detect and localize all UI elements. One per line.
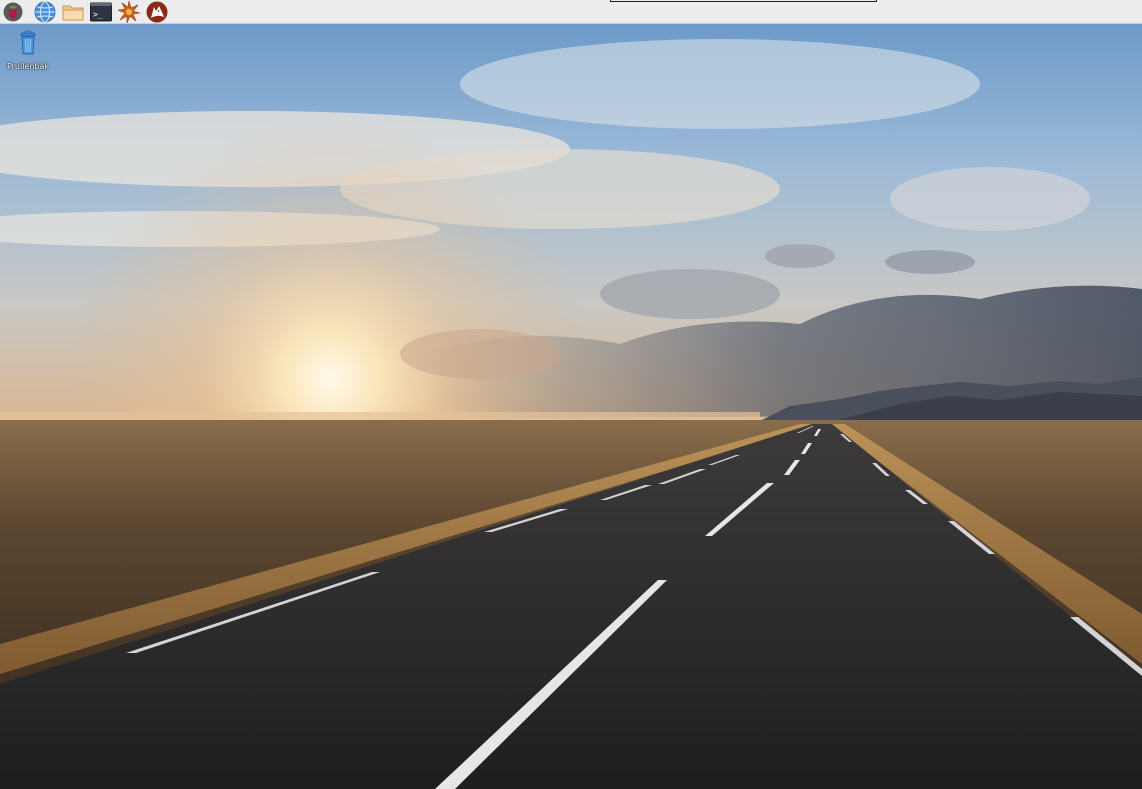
folder-icon <box>62 5 84 21</box>
globe-icon <box>34 1 56 23</box>
terminal-launcher[interactable]: >_ <box>90 1 112 23</box>
menu-launcher[interactable] <box>2 1 24 23</box>
road-sunset-image <box>0 24 1142 789</box>
wolf-icon <box>146 1 168 23</box>
trash-label: Prullenbak <box>6 62 50 71</box>
top-panel: >_ <box>0 0 1142 24</box>
web-browser-launcher[interactable] <box>34 1 56 23</box>
wolfram-launcher[interactable] <box>146 1 168 23</box>
raspberry-icon <box>3 2 23 22</box>
terminal-icon: >_ <box>90 2 112 22</box>
trash-icon <box>20 30 36 55</box>
desktop-screen: >_ Prullenbak <box>0 0 1142 789</box>
starburst-icon <box>118 1 140 23</box>
math-app-launcher[interactable] <box>118 1 140 23</box>
wallpaper <box>0 24 1142 789</box>
taskbar-window-button[interactable] <box>610 0 877 2</box>
terminal-prompt: >_ <box>93 10 103 19</box>
file-manager-launcher[interactable] <box>62 1 84 23</box>
trash-desktop-icon[interactable]: Prullenbak <box>4 30 52 72</box>
